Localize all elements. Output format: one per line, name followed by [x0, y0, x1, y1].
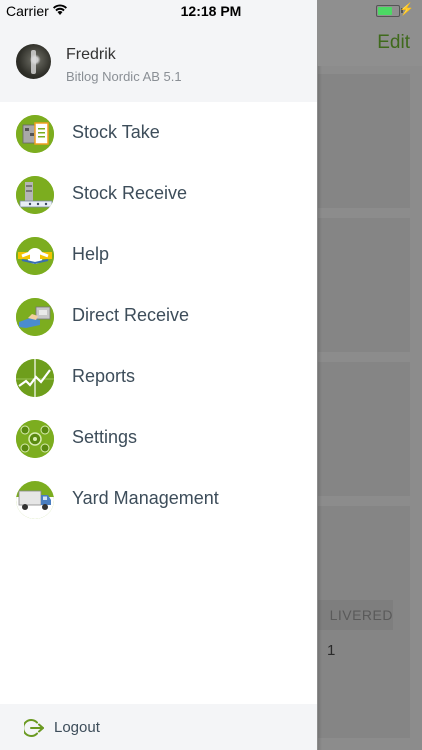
stock-take-icon — [16, 115, 54, 153]
menu-item-stock-receive[interactable]: Stock Receive — [0, 163, 317, 224]
menu-item-label: Help — [72, 244, 110, 264]
logout-label: Logout — [54, 719, 100, 736]
menu-item-yard-management[interactable]: Yard Management — [0, 468, 317, 529]
help-icon — [16, 237, 54, 275]
logout-button[interactable]: Logout — [0, 704, 317, 750]
settings-icon — [16, 420, 54, 458]
delivered-count: 1 — [327, 642, 336, 659]
menu-item-reports[interactable]: Reports — [0, 346, 317, 407]
menu-item-direct-receive[interactable]: Direct Receive — [0, 285, 317, 346]
user-name: Fredrik — [66, 46, 116, 63]
menu-item-stock-take[interactable]: Stock Take — [0, 102, 317, 163]
status-bar: Carrier 12:18 PM ⚡ — [0, 0, 422, 22]
menu-item-label: Stock Take — [72, 122, 160, 142]
background-card — [318, 74, 410, 208]
clock: 12:18 PM — [180, 3, 242, 19]
menu-item-label: Reports — [72, 366, 136, 386]
menu-item-settings[interactable]: Settings — [0, 407, 317, 468]
menu-item-label: Yard Management — [72, 488, 219, 508]
drawer-shadow — [318, 66, 322, 750]
user-company: Bitlog Nordic AB 5.1 — [66, 69, 182, 84]
edit-button[interactable]: Edit — [377, 32, 410, 54]
delivered-column-header: LIVERED — [318, 600, 393, 630]
menu-item-help[interactable]: Help — [0, 224, 317, 285]
yard-management-icon — [16, 481, 54, 519]
charging-icon: ⚡ — [399, 2, 414, 16]
side-drawer: Fredrik Bitlog Nordic AB 5.1 Stock Take — [0, 0, 317, 750]
avatar — [16, 44, 51, 79]
menu-item-label: Settings — [72, 427, 138, 447]
reports-icon — [16, 359, 54, 397]
menu-item-label: Stock Receive — [72, 183, 188, 203]
battery-icon — [376, 5, 400, 17]
logout-icon — [24, 719, 44, 737]
stock-receive-icon — [16, 176, 54, 214]
direct-receive-icon — [16, 298, 54, 336]
background-card — [318, 362, 410, 496]
background-card — [318, 218, 410, 352]
menu-item-label: Direct Receive — [72, 305, 190, 325]
